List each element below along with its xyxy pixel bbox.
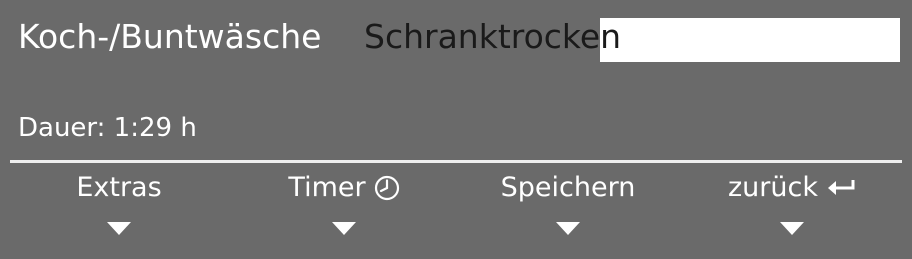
clock-icon bbox=[374, 175, 400, 201]
back-label: zurück bbox=[728, 172, 818, 203]
program-name: Koch-/Buntwäsche bbox=[18, 17, 322, 56]
divider bbox=[10, 160, 902, 163]
down-arrow-icon bbox=[780, 222, 804, 235]
timer-label: Timer bbox=[288, 172, 366, 203]
extras-softkey[interactable]: Extras bbox=[19, 166, 219, 254]
program-line: Koch-/Buntwäsche Schranktrocken bbox=[12, 12, 900, 62]
down-arrow-icon bbox=[332, 222, 356, 235]
timer-softkey[interactable]: Timer bbox=[244, 166, 444, 254]
save-softkey[interactable]: Speichern bbox=[468, 166, 668, 254]
down-arrow-icon bbox=[556, 222, 580, 235]
back-softkey[interactable]: zurück bbox=[692, 166, 892, 254]
selection-highlight bbox=[600, 18, 900, 62]
duration-readout: Dauer: 1:29 h bbox=[18, 113, 197, 143]
save-label: Speichern bbox=[500, 172, 636, 203]
extras-label: Extras bbox=[76, 172, 162, 203]
down-arrow-icon bbox=[107, 222, 131, 235]
appliance-display: Koch-/Buntwäsche Schranktrocken Dauer: 1… bbox=[0, 0, 912, 259]
drying-level-option[interactable]: Schranktrocken bbox=[364, 12, 621, 62]
return-arrow-icon bbox=[826, 177, 856, 199]
